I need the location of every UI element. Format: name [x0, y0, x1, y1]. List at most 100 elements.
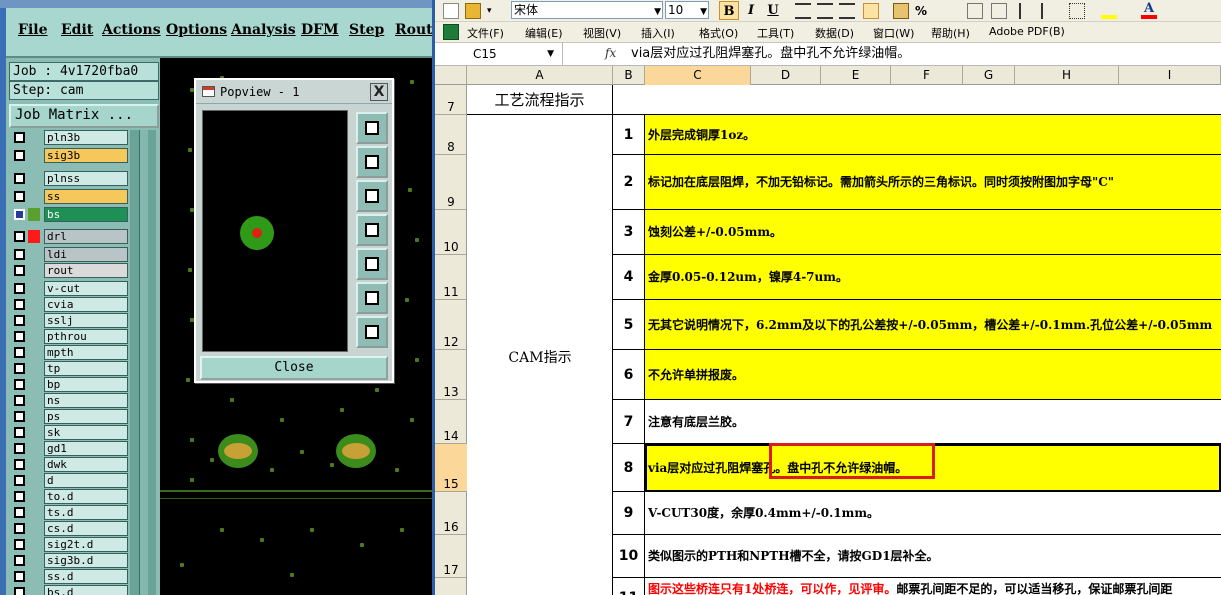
layer-checkbox[interactable] [14, 587, 25, 595]
font-color-icon[interactable]: A [1141, 2, 1157, 19]
menu-view[interactable]: 视图(V) [583, 25, 621, 41]
column-header-e[interactable]: E [821, 66, 891, 85]
layer-checkbox[interactable] [14, 299, 25, 310]
menu-edit[interactable]: 编辑(E) [525, 25, 563, 41]
layer-checkbox[interactable] [14, 411, 25, 422]
layer-checkbox[interactable] [14, 523, 25, 534]
layer-row[interactable]: tp [6, 361, 128, 376]
layer-checkbox[interactable] [14, 459, 25, 470]
row-header[interactable]: 11 [435, 255, 467, 300]
layer-checkbox[interactable] [14, 191, 25, 202]
increase-indent-icon[interactable] [1041, 3, 1057, 19]
menu-edit[interactable]: Edit [61, 22, 93, 38]
layer-checkbox[interactable] [14, 315, 25, 326]
layer-row[interactable]: ts.d [6, 505, 128, 520]
borders-icon[interactable] [1069, 3, 1085, 19]
align-left-icon[interactable] [795, 3, 811, 19]
menu-step[interactable]: Step [349, 22, 384, 38]
merge-center-icon[interactable] [863, 3, 879, 19]
pdf-icon[interactable] [443, 3, 459, 19]
row-header[interactable]: 10 [435, 210, 467, 255]
layer-checkbox[interactable] [14, 571, 25, 582]
pan-left-button[interactable] [356, 214, 388, 246]
layer-row[interactable]: sig2t.d [6, 537, 128, 552]
instruction-cell[interactable]: 无其它说明情况下，6.2mm及以下的孔公差按+/-0.05mm，槽公差+/-0.… [645, 300, 1221, 350]
item-number-cell[interactable]: 1 [613, 115, 645, 155]
menu-window[interactable]: 窗口(W) [873, 25, 914, 41]
pan-right-button[interactable] [356, 248, 388, 280]
percent-icon[interactable]: % [915, 3, 931, 19]
toolbar-options-icon[interactable]: ▾ [487, 3, 497, 19]
layer-checkbox[interactable] [14, 173, 25, 184]
column-header-f[interactable]: F [891, 66, 963, 85]
row-header[interactable]: 13 [435, 350, 467, 400]
pan-down-button[interactable] [356, 180, 388, 212]
row-header[interactable]: 17 [435, 535, 467, 578]
pan-up-button[interactable] [356, 146, 388, 178]
layer-checkbox[interactable] [14, 283, 25, 294]
decrease-decimal-icon[interactable] [991, 3, 1007, 19]
layer-row[interactable]: cvia [6, 297, 128, 312]
layer-row[interactable]: bs.d [6, 585, 128, 595]
layer-checkbox[interactable] [14, 555, 25, 566]
zoom-in-button[interactable] [356, 282, 388, 314]
menu-format[interactable]: 格式(O) [699, 25, 738, 41]
layer-row[interactable]: cs.d [6, 521, 128, 536]
column-header-d[interactable]: D [751, 66, 821, 85]
formula-input[interactable]: via层对应过孔阻焊塞孔。盘中孔不允许绿油帽。 [631, 44, 910, 64]
column-header-c[interactable]: C [645, 66, 751, 85]
layer-checkbox[interactable] [14, 395, 25, 406]
fx-icon[interactable]: fx [605, 46, 616, 60]
layer-list-scrollbar[interactable] [130, 130, 156, 595]
job-matrix-button[interactable]: Job Matrix ... [9, 104, 159, 128]
row-header[interactable]: 9 [435, 155, 467, 210]
layer-row[interactable]: gd1 [6, 441, 128, 456]
popview-close-icon[interactable]: X [370, 83, 388, 101]
align-right-icon[interactable] [839, 3, 855, 19]
font-size-select[interactable]: 10 ▼ [665, 1, 709, 19]
popview-canvas[interactable] [202, 110, 348, 352]
pdf-convert-icon[interactable] [465, 3, 481, 19]
instruction-cell[interactable]: 标记加在底层阻焊，不加无铅标记。需加箭头所示的三角标识。同时须按附图加字母"C" [645, 155, 1221, 210]
column-header-b[interactable]: B [613, 66, 645, 85]
fill-color-icon[interactable] [1101, 3, 1117, 19]
menu-analysis[interactable]: Analysis [231, 22, 296, 38]
instruction-cell[interactable]: 蚀刻公差+/-0.05mm。 [645, 210, 1221, 255]
layer-row[interactable]: ns [6, 393, 128, 408]
layer-row[interactable]: rout [6, 263, 128, 278]
layer-checkbox[interactable] [14, 491, 25, 502]
zoom-out-button[interactable] [356, 316, 388, 348]
layer-checkbox[interactable] [14, 150, 25, 161]
layer-checkbox[interactable] [14, 363, 25, 374]
menu-file[interactable]: 文件(F) [467, 25, 504, 41]
layer-checkbox[interactable] [14, 231, 25, 242]
item-number-cell[interactable]: 2 [613, 155, 645, 210]
layer-row[interactable]: sslj [6, 313, 128, 328]
layer-checkbox[interactable] [14, 209, 25, 220]
item-number-cell[interactable]: 6 [613, 350, 645, 400]
item-number-cell[interactable]: 7 [613, 400, 645, 444]
layer-checkbox[interactable] [14, 539, 25, 550]
layer-row[interactable]: to.d [6, 489, 128, 504]
underline-button[interactable]: U [763, 1, 783, 20]
cam-instruction-cell[interactable]: CAM指示 [467, 115, 613, 595]
header-row-blank[interactable] [613, 85, 1221, 115]
row-header[interactable]: 7 [435, 85, 467, 115]
instruction-cell[interactable]: 类似图示的PTH和NPTH槽不全，请按GD1层补全。 [645, 535, 1221, 578]
layer-checkbox[interactable] [14, 347, 25, 358]
item-number-cell[interactable]: 8 [613, 444, 645, 492]
layer-row[interactable]: pln3b [6, 130, 128, 145]
layer-row[interactable]: dwk [6, 457, 128, 472]
menu-help[interactable]: 帮助(H) [931, 25, 970, 41]
zoom-fit-button[interactable] [356, 112, 388, 144]
layer-row[interactable]: sig3b [6, 148, 128, 163]
column-header-h[interactable]: H [1015, 66, 1119, 85]
increase-decimal-icon[interactable] [967, 3, 983, 19]
instruction-cell[interactable]: V-CUT30度，余厚0.4mm+/-0.1mm。 [645, 492, 1221, 535]
layer-row[interactable]: d [6, 473, 128, 488]
layer-checkbox[interactable] [14, 379, 25, 390]
popview-close-button[interactable]: Close [200, 356, 388, 380]
layer-row[interactable]: plnss [6, 171, 128, 186]
item-number-cell[interactable]: 5 [613, 300, 645, 350]
column-header-i[interactable]: I [1119, 66, 1221, 85]
